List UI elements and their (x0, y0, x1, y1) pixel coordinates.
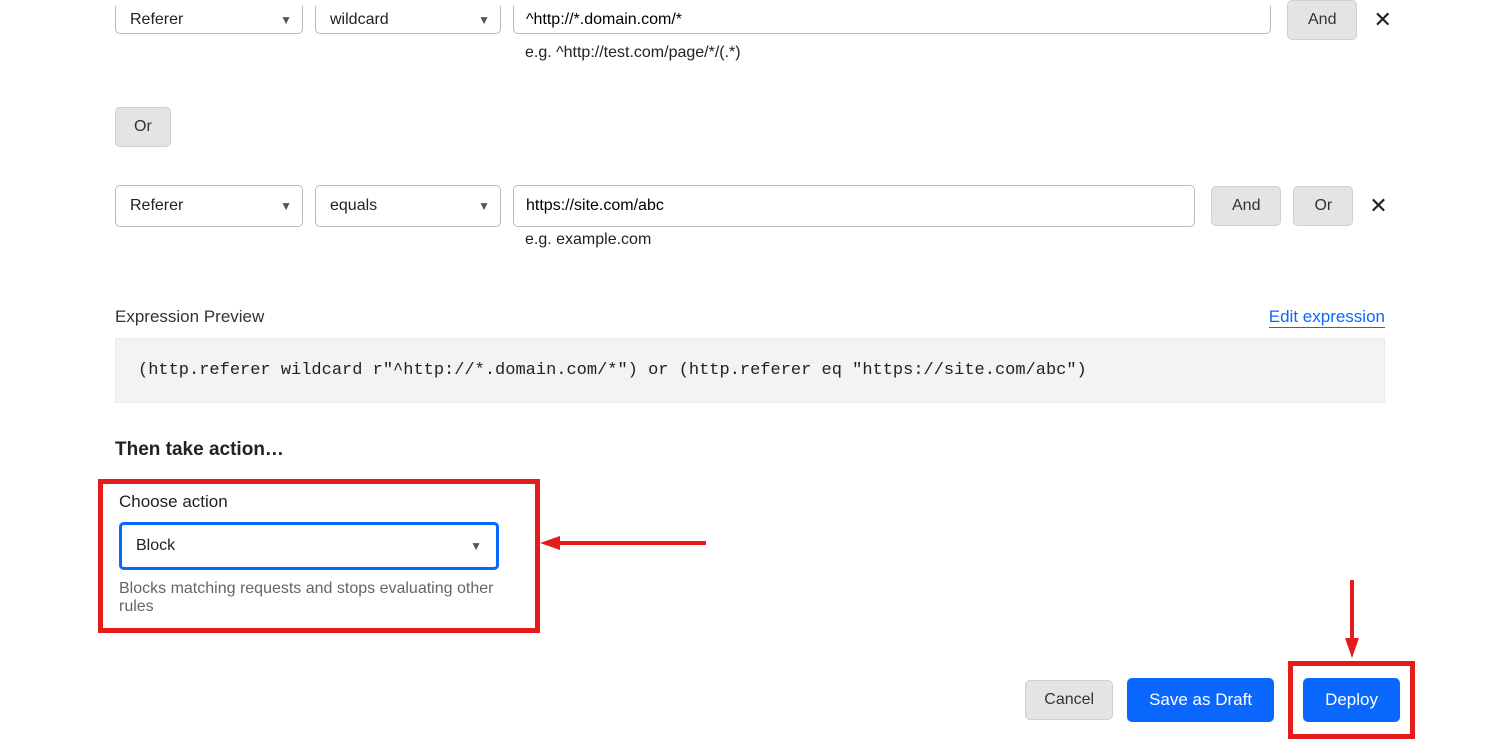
operator-select-1-value: wildcard (330, 11, 389, 29)
remove-rule-1-icon[interactable]: ✕ (1369, 3, 1395, 37)
action-select-value: Block (136, 537, 175, 555)
rule-row-2: Referer ▼ equals ▼ And Or ✕ (115, 185, 1480, 227)
edit-expression-link[interactable]: Edit expression (1269, 307, 1385, 328)
or-button-2[interactable]: Or (1293, 186, 1353, 226)
deploy-highlight-box: Deploy (1288, 661, 1415, 739)
arrow-down-icon (1343, 578, 1361, 660)
choose-action-label: Choose action (119, 492, 523, 512)
action-select[interactable]: Block ▼ (119, 522, 499, 570)
remove-rule-2-icon[interactable]: ✕ (1365, 189, 1391, 223)
caret-down-icon: ▼ (470, 539, 482, 553)
operator-select-1[interactable]: wildcard ▼ (315, 6, 501, 34)
operator-select-2-value: equals (330, 197, 377, 215)
and-button-1[interactable]: And (1287, 0, 1357, 40)
value-input-2[interactable] (513, 185, 1195, 227)
action-description: Blocks matching requests and stops evalu… (119, 580, 523, 616)
caret-down-icon: ▼ (280, 13, 292, 27)
form-buttons: Cancel Save as Draft Deploy (20, 661, 1415, 739)
field-select-1[interactable]: Referer ▼ (115, 6, 303, 34)
cancel-button[interactable]: Cancel (1025, 680, 1113, 720)
field-select-2-value: Referer (130, 197, 183, 215)
caret-down-icon: ▼ (478, 13, 490, 27)
caret-down-icon: ▼ (478, 199, 490, 213)
value-hint-1: e.g. ^http://test.com/page/*/(.*) (525, 44, 1480, 62)
rule-row-1: Referer ▼ wildcard ▼ And ✕ (115, 0, 1480, 40)
caret-down-icon: ▼ (280, 199, 292, 213)
expression-preview-code: (http.referer wildcard r"^http://*.domai… (115, 338, 1385, 403)
action-highlight-box: Choose action Block ▼ Blocks matching re… (98, 479, 540, 633)
expression-preview-label: Expression Preview (115, 307, 264, 327)
value-input-1[interactable] (513, 6, 1271, 34)
arrow-left-icon (538, 534, 708, 552)
or-button[interactable]: Or (115, 107, 171, 147)
value-hint-2: e.g. example.com (525, 231, 1480, 249)
field-select-2[interactable]: Referer ▼ (115, 185, 303, 227)
and-button-2[interactable]: And (1211, 186, 1281, 226)
save-draft-button[interactable]: Save as Draft (1127, 678, 1274, 722)
expression-preview-header: Expression Preview Edit expression (115, 307, 1385, 328)
action-heading: Then take action… (115, 439, 1480, 461)
deploy-button[interactable]: Deploy (1303, 678, 1400, 722)
field-select-1-value: Referer (130, 11, 183, 29)
operator-select-2[interactable]: equals ▼ (315, 185, 501, 227)
